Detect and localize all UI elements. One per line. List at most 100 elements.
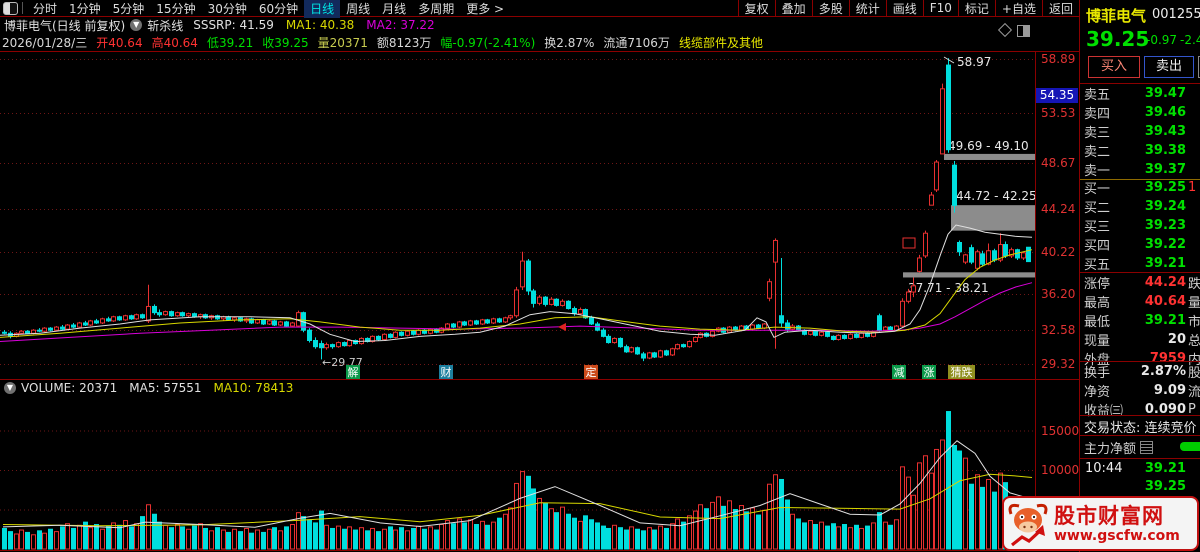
ohlc-info-item: 流通7106万 xyxy=(603,35,670,50)
quote-row[interactable]: 买四 39.22 xyxy=(1080,235,1200,254)
svg-text:定: 定 xyxy=(586,365,597,379)
price-axis-tag: 54.35 xyxy=(1036,88,1078,103)
buy-queue: 买一 39.25 1 买二 39.24 买三 39.23 买四 39.22 买五 39.21 xyxy=(1080,178,1200,273)
ohlc-info-item: 量20371 xyxy=(317,35,368,50)
period-menu-item[interactable]: 日线 xyxy=(304,0,341,18)
period-menu-item[interactable]: 15分钟 xyxy=(150,0,201,18)
volume-collapse-chevron-icon[interactable]: ▼ xyxy=(4,382,16,394)
top-menu-bar: 分时 1分钟 5分钟 15分钟 30分钟 60分钟 日线 周线 月线 多周期 更多 > 复权 叠加 多股… xyxy=(0,0,1079,18)
ma2-value: MA2: 37.22 xyxy=(366,18,435,32)
stats-block-1: 涨停 44.24 跌最高 40.64 量最低 39.21 市现量 20 总外盘 7959 内 xyxy=(1080,273,1200,368)
sssrp-value: SSSRP: 41.59 xyxy=(193,18,274,32)
quote-row[interactable]: 买一 39.25 1 xyxy=(1080,178,1200,197)
sell-button[interactable]: 卖出 xyxy=(1144,56,1194,78)
chart-bottom-border xyxy=(0,550,1079,551)
site-logo[interactable]: 股市财富网 www.gscfw.com xyxy=(1002,496,1199,551)
trade-status: 交易状态: 连续竞价 xyxy=(1084,421,1197,436)
stat-row: 现量 20 总 xyxy=(1084,332,1200,349)
price-axis-label: 40.22 xyxy=(1041,245,1076,259)
period-menu-item[interactable]: 更多 > xyxy=(460,0,510,18)
quote-row[interactable]: 卖四 39.46 xyxy=(1080,103,1200,122)
tool-menu-item[interactable]: 统计 xyxy=(848,0,886,16)
logo-title: 股市财富网 xyxy=(1054,503,1164,528)
tool-menu: 复权 叠加 多股 统计 画线 F10 标记 +自选 返回 xyxy=(737,0,1079,16)
stat-row: 最高 40.64 量 xyxy=(1084,294,1200,311)
stock-name[interactable]: 博菲电气 xyxy=(1086,5,1146,26)
svg-text:减: 减 xyxy=(894,366,905,379)
period-menu-item[interactable]: 5分钟 xyxy=(107,0,151,18)
chart-corner-tools xyxy=(997,22,1030,38)
price-axis-label: 29.32 xyxy=(1041,357,1076,371)
quote-panel: 博菲电气 001255 39.25 -0.97 -2.41% 买入 卖出 卖五3… xyxy=(1079,0,1200,552)
window-layout-icon[interactable] xyxy=(3,1,18,15)
svg-text:58.97: 58.97 xyxy=(957,55,991,69)
tool-menu-item[interactable]: F10 xyxy=(922,0,958,16)
tool-menu-item[interactable]: +自选 xyxy=(994,0,1042,16)
price-axis-label: 48.67 xyxy=(1041,156,1076,170)
logo-url: www.gscfw.com xyxy=(1054,527,1180,544)
ma1-value: MA1: 40.38 xyxy=(285,18,355,32)
quote-row[interactable]: 买五 39.21 xyxy=(1080,254,1200,273)
period-menu-item[interactable]: 月线 xyxy=(376,0,412,18)
sell-queue: 卖五 39.47 卖四 39.46 卖三 39.43 卖二 39.38 卖一 39.37 xyxy=(1080,84,1200,180)
volume-value: VOLUME: 20371 xyxy=(21,381,118,395)
volume-ma5: MA5: 57551 xyxy=(129,381,202,395)
volume-axis-label: 15000 xyxy=(1041,423,1080,438)
quote-row[interactable]: 卖五 39.47 xyxy=(1080,84,1200,103)
collapse-chevron-icon[interactable]: ▼ xyxy=(130,19,143,31)
period-menu-item[interactable]: 周线 xyxy=(340,0,376,18)
main-flow-label: 主力净额 xyxy=(1084,442,1137,457)
indicator-name[interactable]: 斩杀线 xyxy=(147,17,183,34)
tick-row: 10:44 39.21 xyxy=(1085,460,1186,476)
volume-ma10: MA10: 78413 xyxy=(213,381,294,395)
svg-text:44.72 - 42.25: 44.72 - 42.25 xyxy=(956,189,1035,203)
period-menu-item[interactable]: 多周期 xyxy=(412,0,460,18)
tick-row: 39.25 xyxy=(1144,478,1186,494)
tool-menu-item[interactable]: 复权 xyxy=(737,0,775,16)
flow-positive-bar xyxy=(1180,442,1200,451)
ohlc-info-item: 线缆部件及其他 xyxy=(678,35,763,50)
stat-row: 涨停 44.24 跌 xyxy=(1084,275,1200,292)
list-icon[interactable] xyxy=(1140,441,1154,454)
quote-row[interactable]: 买二 39.24 xyxy=(1080,197,1200,216)
candlestick-chart[interactable]: 49.69 - 49.10 44.72 - 42.25 37.71 - 38.21 5… xyxy=(0,52,1035,379)
quote-row[interactable]: 卖二 39.38 xyxy=(1080,141,1200,160)
ohlc-info-bar: 2026/01/28/三 开40.64 高40.64 低39.21 收39.25 量203… xyxy=(2,33,1079,51)
svg-text:解: 解 xyxy=(348,365,359,379)
period-menu-item[interactable]: 1分钟 xyxy=(63,0,107,18)
period-menu-item[interactable]: 60分钟 xyxy=(253,0,304,18)
tool-menu-item[interactable]: 标记 xyxy=(957,0,995,16)
svg-text:涨: 涨 xyxy=(924,366,935,379)
volume-header: ▼ VOLUME: 20371 MA5: 57551 MA10: 78413 xyxy=(2,381,293,395)
stat-row: 最低 39.21 市 xyxy=(1084,313,1200,330)
indicator-title-bar: 博菲电气(日线 前复权) ▼ 斩杀线 SSSRP: 41.59 MA1: 40.… xyxy=(0,17,1079,33)
price-axis-label: 58.89 xyxy=(1041,52,1076,66)
quote-row[interactable]: 卖三 39.43 xyxy=(1080,122,1200,141)
price-axis-label: 44.24 xyxy=(1041,202,1076,216)
svg-text:37.71 - 38.21: 37.71 - 38.21 xyxy=(908,281,989,295)
mark-diamond-icon[interactable] xyxy=(997,22,1013,38)
tool-menu-item[interactable]: 叠加 xyxy=(774,0,812,16)
ohlc-info-item: 2026/01/28/三 xyxy=(2,35,88,50)
buy-button[interactable]: 买入 xyxy=(1088,56,1140,78)
tick-list: 10:44 39.21 39.25 xyxy=(1080,459,1200,495)
split-view-icon[interactable] xyxy=(1017,25,1030,37)
ohlc-info-item: 换2.87% xyxy=(544,35,595,50)
volume-chart[interactable] xyxy=(0,380,1035,550)
ohlc-info-item: 幅-0.97(-2.41%) xyxy=(440,35,536,50)
stats-block-2: 换手 2.87% 股净资 9.09 流收益㈢ 0.090 P xyxy=(1080,362,1200,419)
quote-row[interactable]: 卖一 39.37 xyxy=(1080,160,1200,180)
last-price: 39.25 xyxy=(1086,27,1150,51)
ohlc-info-item: 低39.21 xyxy=(206,35,254,50)
price-axis-label: 53.53 xyxy=(1041,106,1076,120)
main-flow-row[interactable]: 主力净额 xyxy=(1084,438,1200,457)
quote-row[interactable]: 买三 39.23 xyxy=(1080,216,1200,235)
tool-menu-item[interactable]: 返回 xyxy=(1041,0,1079,16)
period-menu-item[interactable]: 30分钟 xyxy=(202,0,253,18)
tool-menu-item[interactable]: 画线 xyxy=(885,0,923,16)
svg-text:49.69 - 49.10: 49.69 - 49.10 xyxy=(948,139,1029,153)
tool-menu-item[interactable]: 多股 xyxy=(811,0,849,16)
period-menu-item[interactable]: 分时 xyxy=(27,0,63,18)
price-change-pct: -2.41% xyxy=(1180,33,1200,47)
stock-code: 001255 xyxy=(1152,7,1200,22)
